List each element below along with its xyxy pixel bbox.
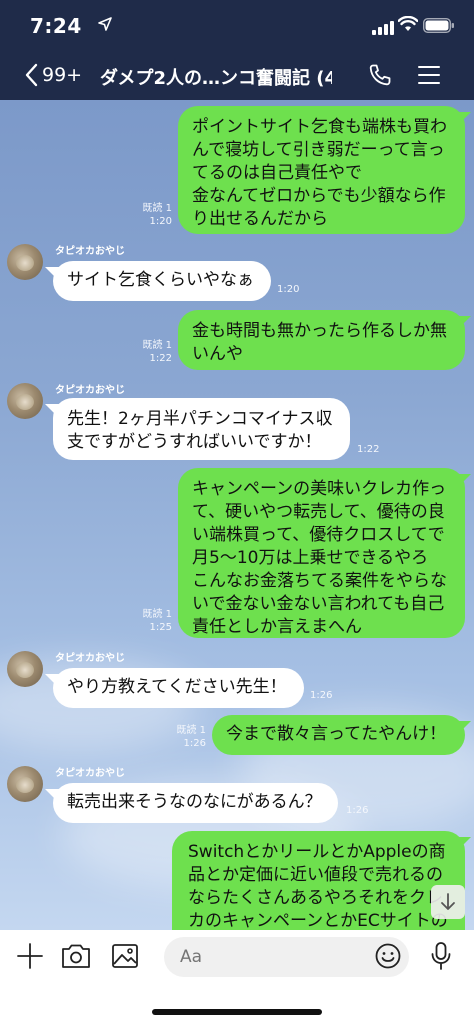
arrow-down-icon <box>441 893 455 910</box>
message-input[interactable] <box>164 937 409 977</box>
chevron-left-icon <box>25 63 38 87</box>
outgoing-message[interactable]: キャンペーンの美味いクレカ作っ て、硬いやつ転売して、優待の良 い端株買って、優… <box>178 468 465 638</box>
read-receipt: 既読 1 <box>142 203 172 214</box>
outgoing-message[interactable]: 今まで散々言ってたやんけ！ <box>212 715 465 755</box>
incoming-message[interactable]: 転売出来そうなのなにがあるん？ <box>53 783 338 823</box>
message-time: 1:20 <box>277 284 300 295</box>
status-bar: 7:24 <box>0 0 474 50</box>
hamburger-menu-icon[interactable] <box>418 65 440 85</box>
message-meta: 既読 1 1:25 <box>142 609 172 633</box>
incoming-message[interactable]: サイト乞食くらいやなぁ <box>53 261 271 301</box>
microphone-icon[interactable] <box>430 941 452 971</box>
outgoing-message[interactable]: ポイントサイト乞食も端株も買わ んで寝坊して引き弱だーって言っ てるのは自己責任… <box>178 106 465 234</box>
plus-icon[interactable] <box>16 942 44 970</box>
unread-count: 99+ <box>42 64 83 86</box>
message-time: 1:20 <box>149 216 172 227</box>
phone-icon[interactable] <box>368 63 392 87</box>
sender-name: タピオカおやじ <box>55 246 125 257</box>
message-meta: 既読 1 1:26 <box>176 725 206 749</box>
message-time: 1:22 <box>357 444 380 455</box>
avatar[interactable] <box>7 383 43 419</box>
incoming-message[interactable]: 先生！2ヶ月半パチンコマイナス収 支ですがどうすればいいですか！ <box>53 398 350 460</box>
outgoing-message[interactable]: SwitchとかリールとかAppleの商 品とか定価に近い値段で売れるの ならた… <box>172 831 465 930</box>
cellular-signal-icon <box>372 19 394 35</box>
image-icon[interactable] <box>111 942 139 970</box>
message-time: 1:26 <box>310 690 333 701</box>
battery-icon <box>423 18 454 33</box>
sender-name: タピオカおやじ <box>55 653 125 664</box>
home-indicator[interactable] <box>152 1009 322 1015</box>
camera-icon[interactable] <box>61 942 91 970</box>
wifi-icon <box>398 16 418 31</box>
emoji-icon[interactable] <box>375 943 401 969</box>
location-arrow-icon <box>98 17 112 31</box>
sender-name: タピオカおやじ <box>55 768 125 779</box>
chat-area[interactable]: ポイントサイト乞食も端株も買わ んで寝坊して引き弱だーって言っ てるのは自己責任… <box>0 100 474 930</box>
scroll-to-bottom-button[interactable] <box>431 885 465 919</box>
back-button[interactable]: 99+ <box>24 62 82 88</box>
outgoing-message[interactable]: 金も時間も無かったら作るしか無 いんや <box>178 310 465 370</box>
message-meta: 既読 1 1:22 <box>142 340 172 364</box>
avatar[interactable] <box>7 651 43 687</box>
sender-name: タピオカおやじ <box>55 385 125 396</box>
avatar[interactable] <box>7 244 43 280</box>
avatar[interactable] <box>7 766 43 802</box>
message-meta: 既読 1 1:20 <box>120 202 172 228</box>
message-time: 1:26 <box>346 805 369 816</box>
chat-title: ダメプ2人の…ンコ奮闘記 (4) <box>100 68 332 89</box>
incoming-message[interactable]: やり方教えてください先生！ <box>53 668 304 708</box>
status-time: 7:24 <box>30 14 82 38</box>
chat-header: 99+ ダメプ2人の…ンコ奮闘記 (4) <box>0 50 474 100</box>
message-input-bar <box>0 930 474 1024</box>
